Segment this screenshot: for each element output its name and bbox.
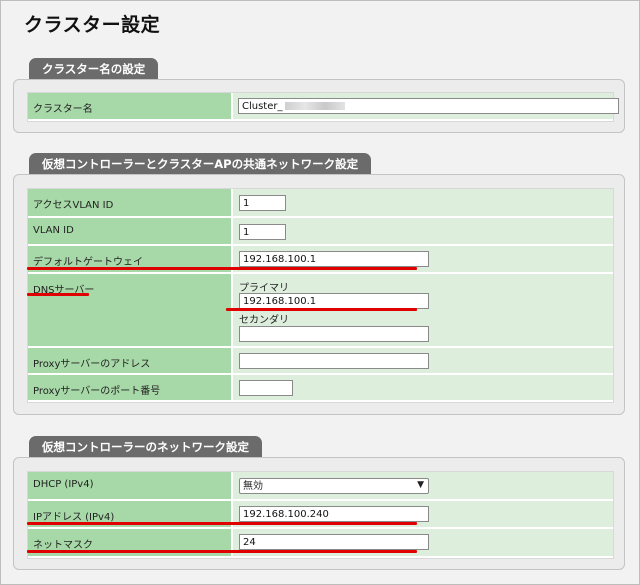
highlight-underline-dns-primary [226,308,417,311]
dns-secondary-input[interactable] [239,326,429,342]
cluster-name-input-text: Cluster_ [242,101,283,112]
cluster-name-row: クラスター名 Cluster_ [28,93,619,121]
cluster-name-label: クラスター名 [28,93,233,121]
dns-row: DNSサーバー プライマリ 192.168.100.1 セカンダリ [28,274,613,348]
vlan-id-input[interactable]: 1 [239,224,286,240]
dns-label: DNSサーバー [28,274,233,348]
dns-value-cell: プライマリ 192.168.100.1 セカンダリ [233,274,613,348]
redacted-mask [284,102,345,110]
chevron-down-icon: ▼ [417,480,424,490]
common-network-panel: アクセスVLAN ID 1 VLAN ID 1 デフォルトゲートウェイ 192.… [13,174,625,415]
netmask-label: ネットマスク [28,529,233,558]
common-network-table: アクセスVLAN ID 1 VLAN ID 1 デフォルトゲートウェイ 192.… [27,188,614,403]
proxy-port-row: Proxyサーバーのポート番号 [28,375,613,402]
cluster-name-value-cell: Cluster_ [233,93,619,121]
vlan-id-value-cell: 1 [233,218,613,246]
proxy-port-input[interactable] [239,380,293,396]
section-tab-vc-network: 仮想コントローラーのネットワーク設定 [29,436,262,458]
ip-address-input[interactable]: 192.168.100.240 [239,506,429,522]
access-vlan-input[interactable]: 1 [239,195,286,211]
dhcp-select-value: 無効 [243,481,263,492]
vc-network-panel: DHCP (IPv4) 無効 ▼ IPアドレス (IPv4) 192.168.1… [13,457,625,570]
vc-network-table: DHCP (IPv4) 無効 ▼ IPアドレス (IPv4) 192.168.1… [27,471,614,559]
highlight-underline-gateway [27,267,417,270]
vlan-id-row: VLAN ID 1 [28,218,613,246]
netmask-row: ネットマスク 24 [28,529,613,558]
dhcp-row: DHCP (IPv4) 無効 ▼ [28,472,613,501]
netmask-value-cell: 24 [233,529,613,558]
dns-primary-input[interactable]: 192.168.100.1 [239,293,429,309]
gateway-input[interactable]: 192.168.100.1 [239,251,429,267]
cluster-name-input[interactable]: Cluster_ [238,98,619,114]
highlight-underline-netmask [27,550,417,553]
dns-secondary-label: セカンダリ [239,315,289,326]
highlight-underline-dns-label [27,293,89,296]
netmask-input[interactable]: 24 [239,534,429,550]
proxy-address-row: Proxyサーバーのアドレス [28,348,613,375]
dhcp-select[interactable]: 無効 ▼ [239,478,429,494]
access-vlan-label: アクセスVLAN ID [28,189,233,218]
access-vlan-row: アクセスVLAN ID 1 [28,189,613,218]
proxy-port-label: Proxyサーバーのポート番号 [28,375,233,402]
proxy-address-value-cell [233,348,613,375]
vlan-id-label: VLAN ID [28,218,233,246]
section-tab-cluster-name: クラスター名の設定 [29,58,159,80]
proxy-address-label: Proxyサーバーのアドレス [28,348,233,375]
dns-primary-label: プライマリ [239,283,289,294]
cluster-name-table: クラスター名 Cluster_ [27,92,619,122]
proxy-address-input[interactable] [239,353,429,369]
dhcp-value-cell: 無効 ▼ [233,472,613,501]
section-tab-common-network: 仮想コントローラーとクラスターAPの共通ネットワーク設定 [29,153,372,175]
highlight-underline-ip-address [27,522,417,525]
dhcp-label: DHCP (IPv4) [28,472,233,501]
page-title: クラスター設定 [24,14,161,36]
access-vlan-value-cell: 1 [233,189,613,218]
cluster-name-panel: クラスター名 Cluster_ [13,79,625,133]
proxy-port-value-cell [233,375,613,402]
